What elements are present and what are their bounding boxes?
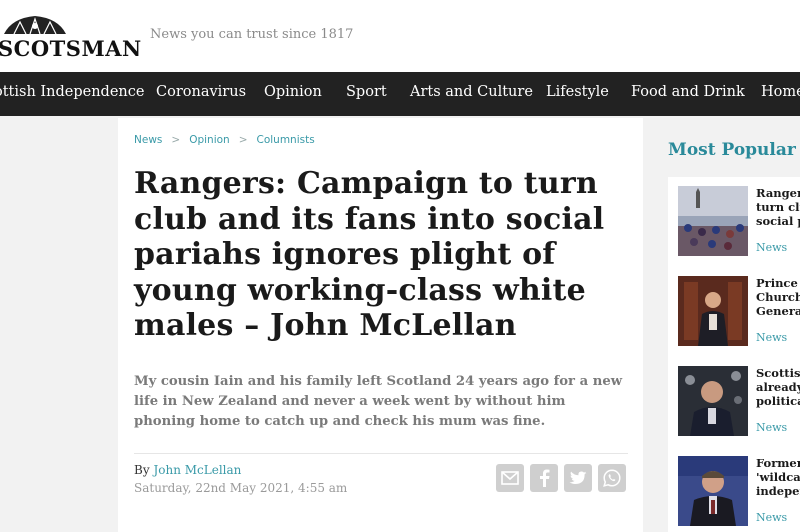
headline-line: turn clu: [756, 200, 800, 214]
nav-item-arts-and-culture[interactable]: Arts and Culture: [410, 84, 533, 100]
article-standfirst: My cousin Iain and his family left Scotl…: [134, 374, 623, 429]
share-whatsapp-button[interactable]: [598, 464, 626, 492]
headline-line: General: [756, 304, 800, 318]
most-popular-tag[interactable]: News: [756, 421, 787, 434]
share-email-button[interactable]: [496, 464, 524, 492]
headline-line: indeper: [756, 484, 800, 498]
most-popular-item[interactable]: Rangers turn clu social p News: [668, 177, 800, 267]
whatsapp-icon: [603, 469, 621, 487]
most-popular-item[interactable]: Prince W Church General News: [668, 267, 800, 357]
article-thumbnail[interactable]: [678, 456, 748, 526]
most-popular-headline[interactable]: Prince W Church General: [756, 276, 800, 318]
most-popular-headline[interactable]: Rangers turn clu social p: [756, 186, 800, 228]
crest-icon: [4, 16, 66, 35]
share-twitter-button[interactable]: [564, 464, 592, 492]
publish-date: Saturday, 22nd May 2021, 4:55 am: [134, 481, 348, 495]
most-popular-list: Rangers turn clu social p News Prince W …: [668, 177, 800, 532]
article-headline: Rangers: Campaign to turn club and its f…: [134, 166, 605, 343]
nav-item-scottish-independence[interactable]: ottish Independence: [0, 84, 144, 100]
site-tagline: News you can trust since 1817: [150, 27, 354, 42]
headline-line: politica: [756, 394, 800, 408]
breadcrumb: News > Opinion > Columnists: [134, 134, 315, 146]
byline: By John McLellan: [134, 463, 241, 477]
headline-line: Church: [756, 290, 800, 304]
main-nav: ottish Independence Coronavirus Opinion …: [0, 72, 800, 116]
headline-line: Scottish: [756, 366, 800, 380]
headline-line: Prince W: [756, 276, 800, 290]
breadcrumb-separator: >: [171, 134, 181, 146]
most-popular-item[interactable]: Former 'wildcat indeper News: [668, 447, 800, 532]
nav-item-food-and-drink[interactable]: Food and Drink: [631, 84, 745, 100]
byline-divider: [134, 453, 628, 454]
most-popular-tag[interactable]: News: [756, 331, 787, 344]
nav-item-coronavirus[interactable]: Coronavirus: [156, 84, 246, 100]
headline-line: social p: [756, 214, 800, 228]
headline-line: already: [756, 380, 800, 394]
most-popular-tag[interactable]: News: [756, 511, 787, 524]
most-popular-headline[interactable]: Former 'wildcat indeper: [756, 456, 800, 498]
nav-item-opinion[interactable]: Opinion: [264, 84, 322, 100]
headline-line: Former: [756, 456, 800, 470]
nav-item-home[interactable]: Home: [761, 84, 800, 100]
site-header: SCOTSMAN News you can trust since 1817: [0, 0, 800, 72]
breadcrumb-columnists[interactable]: Columnists: [257, 134, 315, 146]
breadcrumb-news[interactable]: News: [134, 134, 162, 146]
nav-item-sport[interactable]: Sport: [346, 84, 387, 100]
logo-wordmark: SCOTSMAN: [0, 36, 142, 61]
most-popular-title: Most Popular: [668, 140, 796, 160]
headline-line: 'wildcat: [756, 470, 800, 484]
author-link[interactable]: John McLellan: [153, 463, 241, 477]
breadcrumb-opinion[interactable]: Opinion: [189, 134, 230, 146]
email-icon: [501, 471, 519, 485]
most-popular-headline[interactable]: Scottish already politica: [756, 366, 800, 408]
facebook-icon: [540, 469, 550, 487]
most-popular-tag[interactable]: News: [756, 241, 787, 254]
article-thumbnail[interactable]: [678, 186, 748, 256]
most-popular-item[interactable]: Scottish already politica News: [668, 357, 800, 447]
article-thumbnail[interactable]: [678, 366, 748, 436]
headline-line: Rangers: [756, 186, 800, 200]
breadcrumb-separator: >: [238, 134, 248, 146]
share-facebook-button[interactable]: [530, 464, 558, 492]
article-thumbnail[interactable]: [678, 276, 748, 346]
article-card: News > Opinion > Columnists Rangers: Campaig…: [118, 118, 643, 532]
nav-item-lifestyle[interactable]: Lifestyle: [546, 84, 609, 100]
byline-prefix: By: [134, 463, 150, 477]
site-logo[interactable]: SCOTSMAN: [0, 12, 141, 61]
twitter-icon: [569, 471, 587, 484]
